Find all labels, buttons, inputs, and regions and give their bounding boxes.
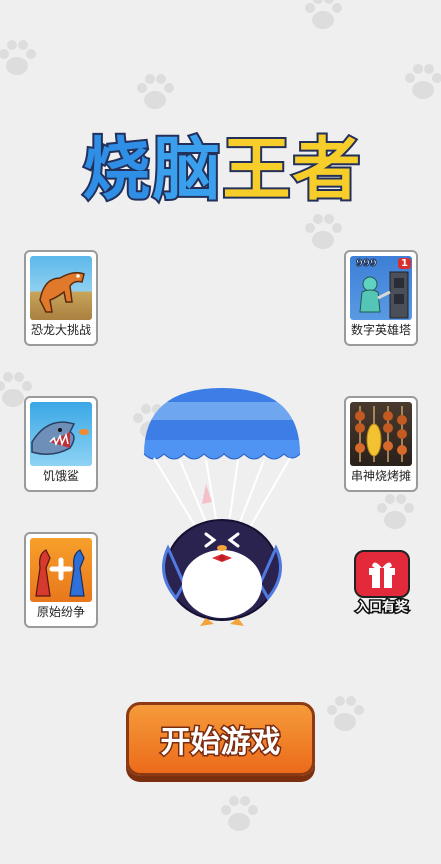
penguin-parachute-mascot bbox=[143, 388, 301, 626]
game-card-barbecue[interactable]: 串神烧烤摊 bbox=[344, 396, 418, 492]
paw-print-decoration bbox=[0, 40, 36, 75]
start-game-label: 开始游戏 bbox=[159, 724, 282, 762]
game-card-primitive-war[interactable]: 原始纷争 bbox=[24, 532, 98, 628]
title-char: 烧 bbox=[80, 129, 153, 212]
game-card-label: 数字英雄塔 bbox=[350, 323, 411, 337]
game-card-label: 饥饿鲨 bbox=[42, 469, 79, 483]
game-card-label: 原始纷争 bbox=[36, 605, 85, 619]
title-char: 王 bbox=[220, 129, 293, 212]
dinosaur-merge-icon bbox=[30, 538, 92, 602]
game-card-label: 串神烧烤摊 bbox=[350, 469, 411, 483]
game-title-logo: 烧 脑 王 者 bbox=[50, 118, 395, 212]
game-card-shark[interactable]: 饥饿鲨 bbox=[24, 396, 98, 492]
game-card-label: 恐龙大挑战 bbox=[30, 323, 91, 337]
paw-print-decoration bbox=[137, 74, 174, 109]
shark-icon bbox=[30, 402, 92, 466]
entrance-reward-label: 入口有奖 bbox=[354, 599, 409, 617]
hero-tower-icon: 999 1 bbox=[350, 256, 412, 320]
paw-print-decoration bbox=[221, 796, 258, 831]
game-card-hero-tower[interactable]: 999 1 数字英雄塔 bbox=[344, 250, 418, 346]
dinosaur-icon bbox=[30, 256, 92, 320]
paw-print-decoration bbox=[305, 0, 342, 29]
game-card-dinosaur[interactable]: 恐龙大挑战 bbox=[24, 250, 98, 346]
entrance-reward-button[interactable]: 入口有奖 bbox=[346, 548, 418, 622]
title-char: 者 bbox=[291, 129, 363, 212]
paw-print-decoration bbox=[405, 64, 441, 99]
title-char: 脑 bbox=[150, 129, 223, 212]
paw-print-decoration bbox=[327, 696, 364, 731]
paw-print-decoration bbox=[305, 214, 342, 249]
paw-print-decoration bbox=[377, 494, 414, 529]
barbecue-icon bbox=[350, 402, 412, 466]
gift-icon bbox=[354, 550, 410, 598]
start-game-button[interactable]: 开始游戏 bbox=[126, 702, 315, 776]
